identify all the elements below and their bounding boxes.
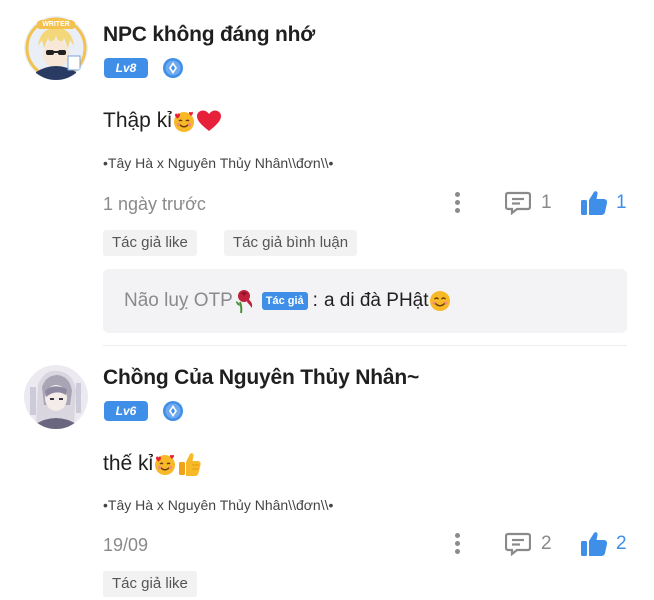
wilted-rose-icon (235, 290, 252, 314)
diamond-rank-icon (163, 58, 183, 78)
avatar-frame-label: WRITER (37, 20, 75, 29)
more-options-button[interactable] (452, 533, 462, 557)
diamond-rank-icon (163, 401, 183, 421)
username[interactable]: NPC không đáng nhớ (103, 23, 315, 47)
like-count: 1 (616, 192, 627, 213)
username[interactable]: Chồng Của Nguyên Thủy Nhân~ (103, 366, 419, 390)
reply-text: a di đà PHật (323, 290, 429, 311)
timestamp: 1 ngày trước (103, 194, 206, 214)
level-badge: Lv6 (104, 401, 148, 421)
comment-text-content: thế kỉ (103, 452, 154, 475)
reply-separator: : (312, 290, 318, 311)
more-vertical-icon (454, 192, 460, 197)
comment-bubble-icon (505, 191, 531, 215)
avatar[interactable] (24, 365, 88, 429)
avatar-image (24, 365, 88, 429)
thumbs-up-icon (581, 532, 608, 556)
more-vertical-icon (454, 533, 460, 538)
avatar[interactable]: WRITER (24, 16, 88, 80)
like-count: 2 (616, 533, 627, 554)
reply-count: 2 (541, 533, 552, 554)
comment-bubble-icon (505, 532, 531, 556)
comment-text: thế kỉ (103, 449, 201, 479)
comment-text-content: Thập kỉ (103, 109, 172, 132)
comment-text: Thập kỉ (103, 106, 222, 136)
smiling-face-with-hearts-icon (155, 454, 176, 475)
author-badge: Tác giả (261, 292, 308, 310)
more-options-button[interactable] (452, 192, 462, 216)
more-dot (454, 208, 460, 213)
author-commented-tag: Tác giả bình luận (224, 230, 358, 256)
like-button[interactable]: 2 (580, 531, 627, 557)
comment-item: WRITER NPC không đáng nhớ Lv8 Thập kỉ •T… (0, 0, 654, 346)
reply-button[interactable]: 1 (505, 190, 552, 216)
author-liked-tag: Tác giả like (103, 571, 197, 597)
comment-divider (103, 345, 627, 346)
smiling-face-with-hearts-icon (173, 111, 194, 132)
thumbs-up-emoji-icon (179, 453, 201, 476)
level-badge: Lv8 (104, 58, 148, 78)
author-liked-tag: Tác giả like (103, 230, 197, 256)
reply-username[interactable]: Não luỵ OTP (124, 290, 233, 312)
reply-count: 1 (541, 192, 552, 213)
smiling-face-icon (429, 291, 450, 311)
like-button[interactable]: 1 (580, 190, 627, 216)
more-dot (454, 541, 460, 546)
more-dot (454, 549, 460, 554)
more-dot (454, 200, 460, 205)
red-heart-icon (196, 110, 221, 131)
topic-link[interactable]: •Tây Hà x Nguyên Thủy Nhân\\đơn\\• (103, 155, 333, 171)
reply-button[interactable]: 2 (505, 531, 552, 557)
reply-preview[interactable]: Não luỵ OTP Tác giả : a di đà PHật (103, 269, 627, 333)
topic-link[interactable]: •Tây Hà x Nguyên Thủy Nhân\\đơn\\• (103, 497, 333, 513)
thumbs-up-icon (581, 191, 608, 215)
timestamp: 19/09 (103, 535, 149, 555)
